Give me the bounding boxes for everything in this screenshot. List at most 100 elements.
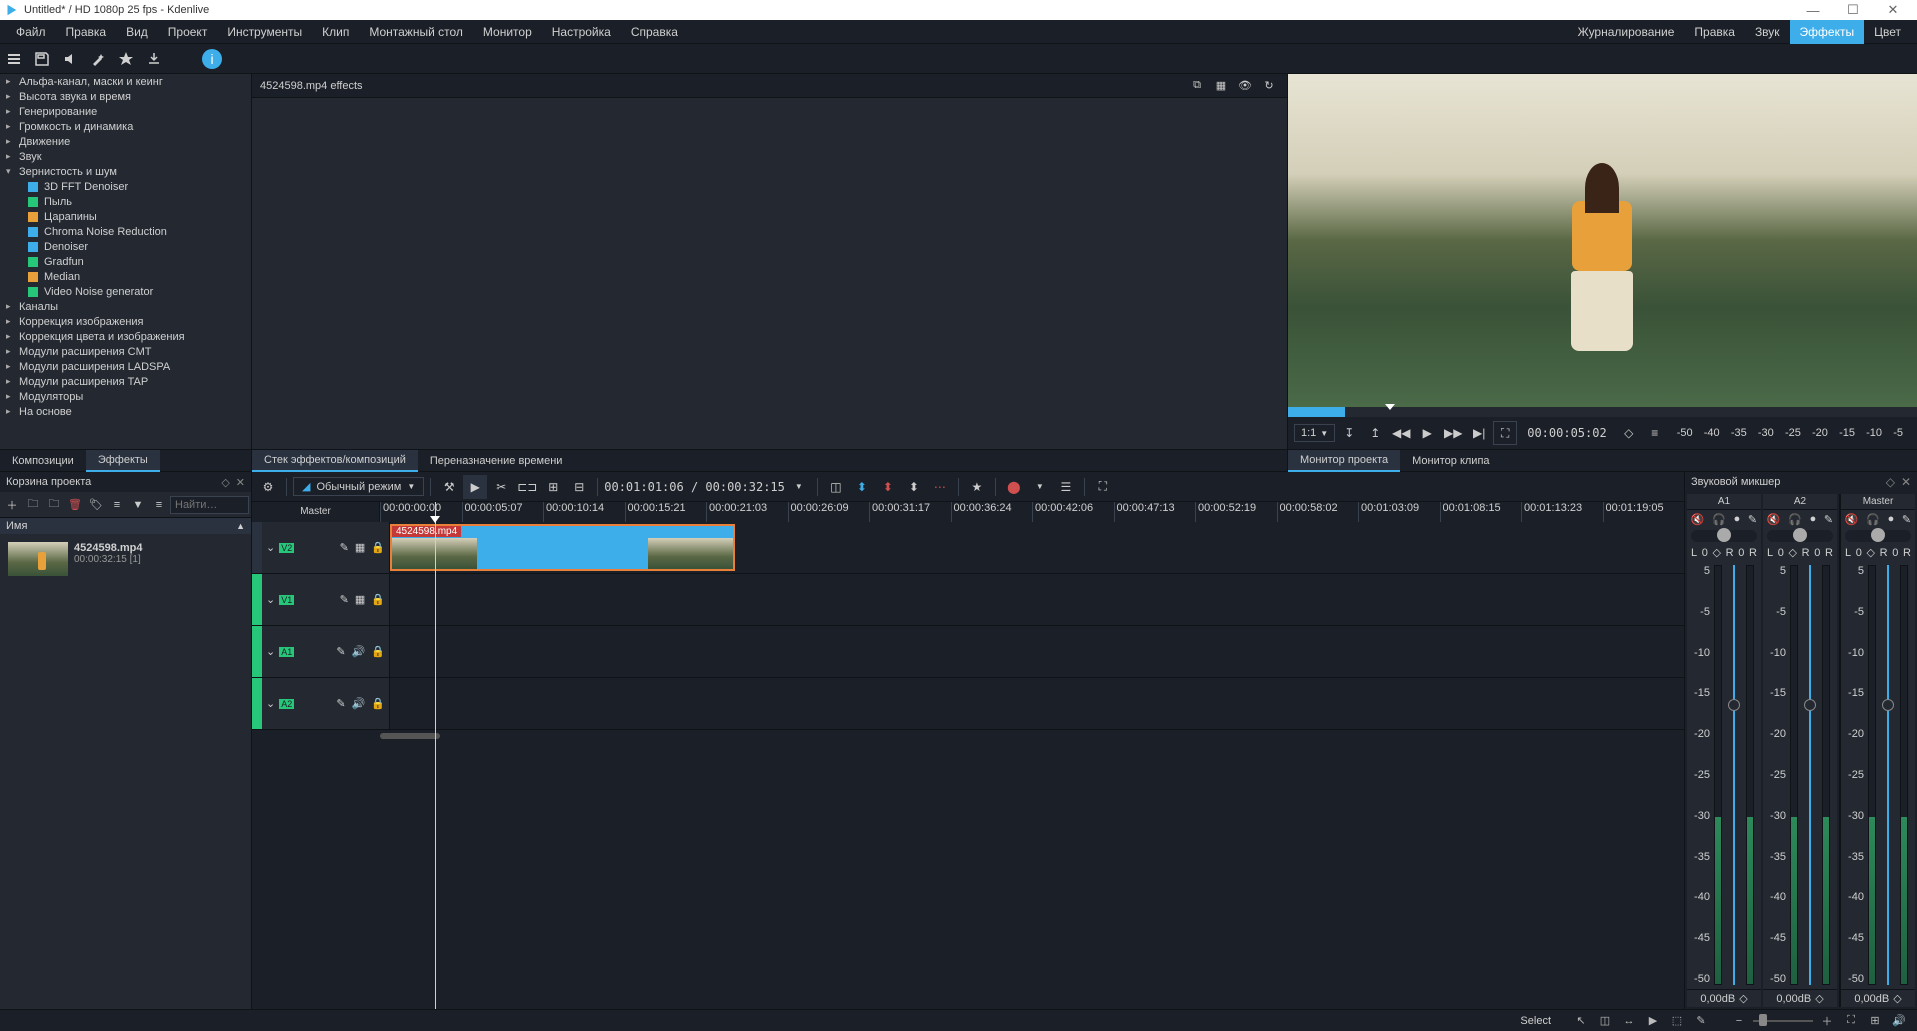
sort-icon[interactable]: ▼ xyxy=(128,495,148,515)
visibility-icon[interactable]: 👁 xyxy=(1235,76,1255,96)
tag-icon[interactable]: 🏷 xyxy=(86,495,106,515)
tab-Композиции[interactable]: Композиции xyxy=(0,450,86,472)
extract-icon[interactable]: ⊟ xyxy=(567,475,591,499)
tree-effect[interactable]: Царапины xyxy=(0,209,251,224)
solo-icon[interactable]: 🎧 xyxy=(1788,513,1802,526)
timeline-timecode[interactable]: 00:01:01:06 / 00:00:32:15 xyxy=(604,480,785,494)
stack-icon[interactable]: ▦ xyxy=(1211,76,1231,96)
fullscreen-icon[interactable]: ⛶ xyxy=(1091,475,1115,499)
info-badge[interactable]: i xyxy=(202,49,222,69)
add-folder-icon[interactable]: 🗀 xyxy=(23,495,43,515)
zoom-slider[interactable] xyxy=(1753,1012,1813,1030)
zoom-dropdown[interactable]: 1:1▼ xyxy=(1294,424,1335,442)
volume-status-icon[interactable]: 🔊 xyxy=(1889,1012,1909,1030)
edit-icon[interactable]: ✎ xyxy=(336,645,345,658)
tree-effect[interactable]: Denoiser xyxy=(0,239,251,254)
effects-tree[interactable]: ▸Альфа-канал, маски и кеинг▸Высота звука… xyxy=(0,74,251,449)
split-icon[interactable]: ⧉ xyxy=(1187,76,1207,96)
tree-category[interactable]: ▸Модули расширения CMT xyxy=(0,344,251,359)
tool4-icon[interactable]: ▶ xyxy=(1643,1012,1663,1030)
menu-Файл[interactable]: Файл xyxy=(6,20,56,44)
pan-slider[interactable] xyxy=(1691,530,1757,542)
tree-category[interactable]: ▸Альфа-канал, маски и кеинг xyxy=(0,74,251,89)
lock-icon[interactable]: 🔒 xyxy=(371,697,385,710)
tree-effect[interactable]: Video Noise generator xyxy=(0,284,251,299)
zone-icon[interactable]: ⬍ xyxy=(850,475,874,499)
play-icon[interactable]: ▶ xyxy=(1415,421,1439,445)
solo-icon[interactable]: 🎧 xyxy=(1866,513,1880,526)
track-A2[interactable]: ⌄A2✎🔊🔒 xyxy=(252,678,1684,730)
wand-icon[interactable] xyxy=(84,45,112,73)
edit-icon[interactable]: ✎ xyxy=(336,697,345,710)
rec-icon[interactable]: ● xyxy=(1888,513,1895,525)
tree-effect[interactable]: 3D FFT Denoiser xyxy=(0,179,251,194)
master-label[interactable]: Master xyxy=(252,502,380,522)
close-panel-icon[interactable]: ✕ xyxy=(236,476,245,489)
av-icon[interactable]: ◫ xyxy=(824,475,848,499)
zoom-in-icon[interactable]: ＋ xyxy=(1817,1012,1837,1030)
mark-in-icon[interactable]: ↧ xyxy=(1337,421,1361,445)
cut-icon[interactable]: ✂ xyxy=(489,475,513,499)
tree-effect[interactable]: Gradfun xyxy=(0,254,251,269)
volume-fader[interactable] xyxy=(1802,565,1818,985)
insert-icon[interactable]: ⊞ xyxy=(541,475,565,499)
timeline-ruler[interactable]: Master 00:00:00:0000:00:05:0700:00:10:14… xyxy=(252,502,1684,522)
tree-category[interactable]: ▾Зернистость и шум xyxy=(0,164,251,179)
workspace-Цвет[interactable]: Цвет xyxy=(1864,20,1911,44)
close-button[interactable]: ✕ xyxy=(1873,0,1913,20)
star-icon[interactable] xyxy=(112,45,140,73)
pointer-icon[interactable]: ↖ xyxy=(1571,1012,1591,1030)
workspace-Правка[interactable]: Правка xyxy=(1684,20,1745,44)
mute-icon[interactable]: 🔇 xyxy=(1691,513,1705,526)
record-icon[interactable]: ⬤ xyxy=(1002,475,1026,499)
favorite-icon[interactable]: ★ xyxy=(965,475,989,499)
tree-category[interactable]: ▸Модуляторы xyxy=(0,389,251,404)
tree-category[interactable]: ▸Звук xyxy=(0,149,251,164)
track-V2[interactable]: ⌄V2✎▦🔒4524598.mp4 xyxy=(252,522,1684,574)
mark-out-icon[interactable]: ↥ xyxy=(1363,421,1387,445)
marker-red-icon[interactable]: ⬍ xyxy=(876,475,900,499)
lock-icon[interactable]: 🔒 xyxy=(371,593,385,606)
rec-icon[interactable]: ● xyxy=(1734,513,1741,525)
close-panel-icon[interactable]: ✕ xyxy=(1901,475,1911,489)
menu-Вид[interactable]: Вид xyxy=(116,20,158,44)
workspace-Эффекты[interactable]: Эффекты xyxy=(1790,20,1865,44)
menu-Монтажный стол[interactable]: Монтажный стол xyxy=(359,20,473,44)
options-icon[interactable]: ≡ xyxy=(149,495,169,515)
playhead[interactable] xyxy=(435,502,436,1009)
rec-menu-icon[interactable]: ▼ xyxy=(1028,475,1052,499)
tool2-icon[interactable]: ◫ xyxy=(1595,1012,1615,1030)
workspace-Звук[interactable]: Звук xyxy=(1745,20,1790,44)
tab-Монитор клипа[interactable]: Монитор клипа xyxy=(1400,450,1501,472)
tree-effect[interactable]: Median xyxy=(0,269,251,284)
tree-category[interactable]: ▸Коррекция цвета и изображения xyxy=(0,329,251,344)
filter-icon[interactable]: ≡ xyxy=(107,495,127,515)
bin-column-header[interactable]: Имя▲ xyxy=(0,518,251,534)
rec-icon[interactable]: ● xyxy=(1810,513,1817,525)
tree-category[interactable]: ▸Модули расширения TAP xyxy=(0,374,251,389)
pan-slider[interactable] xyxy=(1845,530,1911,542)
undock-icon[interactable]: ◇ xyxy=(1886,475,1895,489)
tree-category[interactable]: ▸Генерирование xyxy=(0,104,251,119)
rewind-icon[interactable]: ◀◀ xyxy=(1389,421,1413,445)
del-icon[interactable]: 🗀 xyxy=(44,495,64,515)
menu-Настройка[interactable]: Настройка xyxy=(542,20,621,44)
solo-icon[interactable]: 🎧 xyxy=(1712,513,1726,526)
spin-icon[interactable]: ◇ xyxy=(1617,421,1641,445)
menu-Проект[interactable]: Проект xyxy=(158,20,218,44)
minimize-button[interactable]: — xyxy=(1793,0,1833,20)
edit-mode-dropdown[interactable]: ◢Обычный режим▼ xyxy=(293,477,424,496)
download-icon[interactable] xyxy=(140,45,168,73)
fit-icon[interactable]: ⛶ xyxy=(1841,1012,1861,1030)
hide-icon[interactable]: ▦ xyxy=(355,593,365,606)
track-A1[interactable]: ⌄A1✎🔊🔒 xyxy=(252,626,1684,678)
tree-effect[interactable]: Chroma Noise Reduction xyxy=(0,224,251,239)
db-spin-icon[interactable]: ◇ xyxy=(1893,992,1901,1005)
edit-icon[interactable]: ✎ xyxy=(340,593,349,606)
menu-Справка[interactable]: Справка xyxy=(621,20,688,44)
tree-category[interactable]: ▸Каналы xyxy=(0,299,251,314)
fx-icon[interactable]: ✎ xyxy=(1748,513,1757,526)
trash-icon[interactable]: 🗑 xyxy=(65,495,85,515)
lock-icon[interactable]: 🔒 xyxy=(371,645,385,658)
edit-icon[interactable]: ✎ xyxy=(340,541,349,554)
